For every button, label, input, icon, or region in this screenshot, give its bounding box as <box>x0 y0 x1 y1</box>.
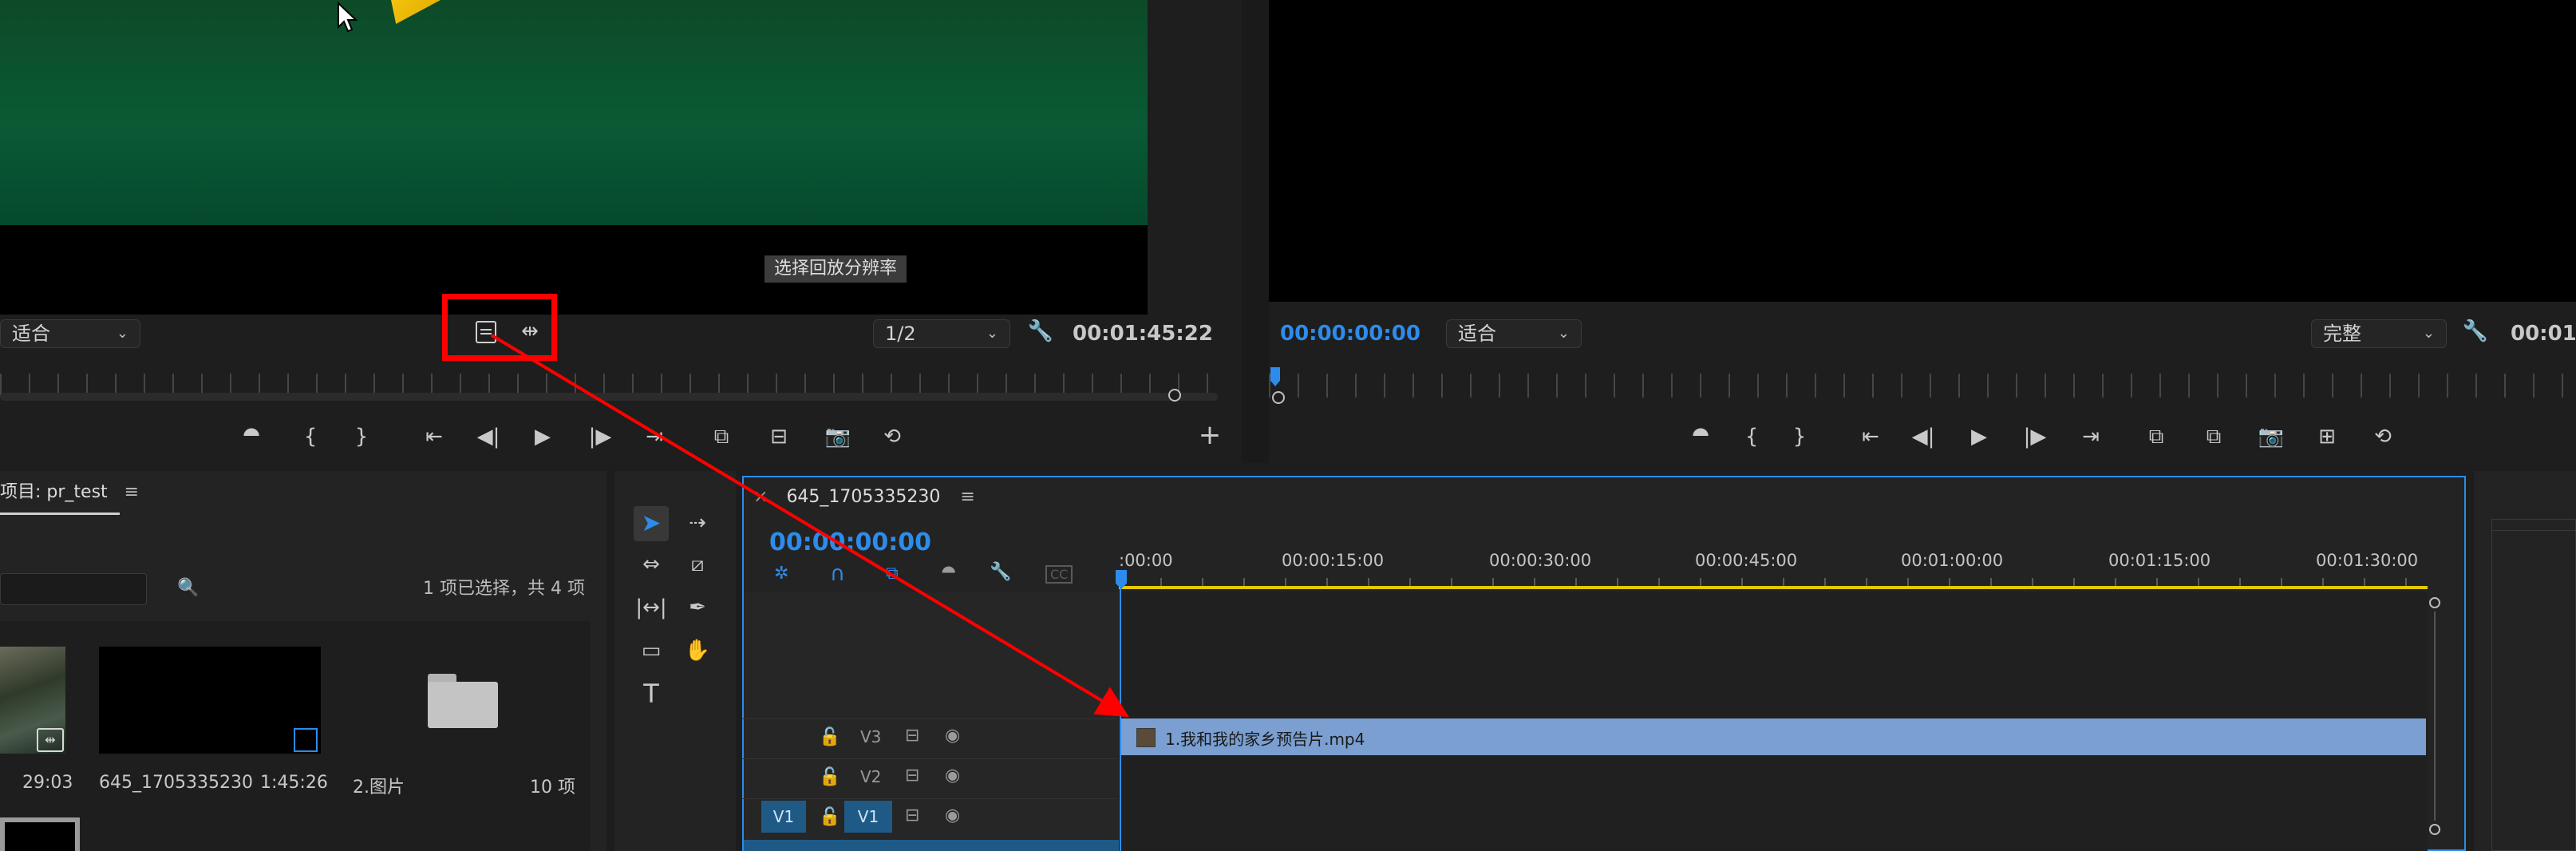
annotation-arrow <box>490 334 1129 718</box>
